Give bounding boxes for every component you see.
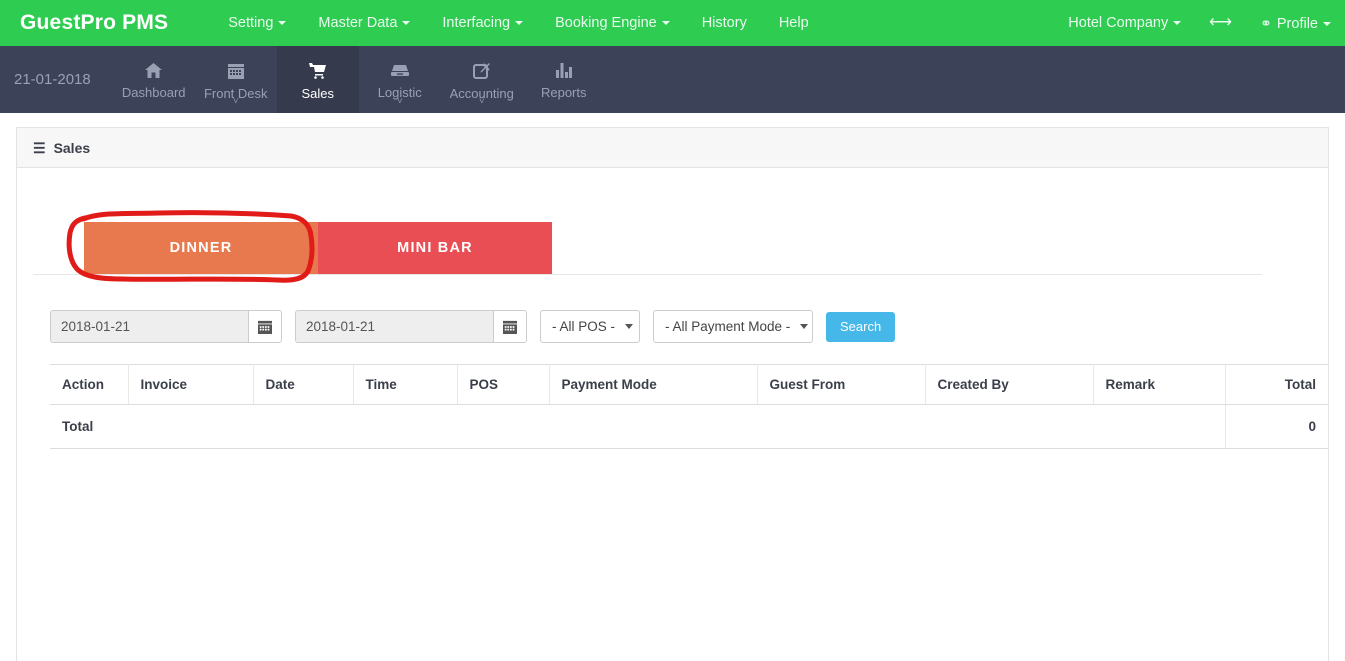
profile-menu[interactable]: ⚭ Profile [1246,0,1345,46]
user-icon: ⚭ [1260,15,1272,31]
current-date: 21-01-2018 [14,71,91,88]
chevron-down-icon [402,21,411,25]
nav-item-booking-engine[interactable]: Booking Engine [539,0,686,46]
nav-item-interfacing[interactable]: Interfacing [426,0,539,46]
nav-item-interfacing-label: Interfacing [442,15,511,31]
column-header-invoice[interactable]: Invoice [128,364,254,405]
date-to-group [295,310,527,343]
total-label: Total [50,404,1226,449]
column-header-action[interactable]: Action [50,364,129,405]
payment-mode-select[interactable]: - All Payment Mode - [653,310,813,343]
table-header: Action Invoice Date Time POS Payment Mod… [50,364,1328,405]
home-icon [145,63,163,78]
top-nav-right: Hotel Company ⟷︎ ⚭ Profile [1054,0,1345,46]
page-content: ☰︎ Sales DINNER MINI BAR 2018-01-21 2018… [0,113,1345,661]
company-selector-label: Hotel Company [1068,15,1169,31]
table-header-row: Action Invoice Date Time POS Payment Mod… [50,364,1328,405]
sales-panel: ☰︎ Sales DINNER MINI BAR 2018-01-21 2018… [16,127,1329,661]
page-title: Sales [53,139,91,156]
column-header-date[interactable]: Date [253,364,354,405]
chevron-down-icon [278,21,287,25]
pos-select-value: - All POS - [552,319,616,334]
panel-body: DINNER MINI BAR 2018-01-21 2018-01-21 - … [17,168,1328,449]
box-icon [390,64,409,76]
tab-dinner[interactable]: DINNER [84,222,318,274]
cart-icon [308,62,326,79]
brand-logo[interactable]: GuestPro PMS [0,11,186,35]
date-to-calendar-button[interactable] [493,311,526,342]
nav-item-setting[interactable]: Setting [212,0,302,46]
calendar-icon [258,320,272,334]
expand-fullscreen-icon[interactable]: ⟷︎ [1195,0,1246,46]
table-footer: Total 0 [50,404,1328,449]
company-selector[interactable]: Hotel Company [1054,0,1195,46]
sales-table: Action Invoice Date Time POS Payment Mod… [50,364,1328,449]
pos-select[interactable]: - All POS - [540,310,640,343]
nav-item-help[interactable]: Help [763,0,825,46]
tab-mini-bar[interactable]: MINI BAR [318,222,552,274]
bar-chart-icon [555,63,572,78]
date-from-calendar-button[interactable] [248,311,281,342]
chevron-down-icon: ˅ [478,96,485,107]
chevron-down-icon [1323,22,1331,26]
chevron-down-icon [515,21,524,25]
column-header-pos[interactable]: POS [457,364,550,405]
chevron-down-icon: ˅ [232,96,239,107]
nav-item-master-data-label: Master Data [318,15,398,31]
chevron-down-icon [661,21,670,25]
sidebar-item-front-desk[interactable]: Front Desk ˅ [195,46,277,113]
column-header-payment-mode[interactable]: Payment Mode [549,364,758,405]
chevron-down-icon [800,324,809,329]
sidebar-item-dashboard-label: Dashboard [121,85,186,100]
chevron-down-icon [625,324,634,329]
column-header-total[interactable]: Total [1225,364,1328,405]
sidebar-item-sales-label: Sales [301,85,334,101]
sidebar-item-logistic[interactable]: Logistic ˅ [359,46,441,113]
column-header-guest-from[interactable]: Guest From [757,364,926,405]
nav-item-setting-label: Setting [228,15,274,31]
date-from-input[interactable] [51,311,248,342]
payment-mode-select-value: - All Payment Mode - [665,319,791,334]
search-button[interactable]: Search [826,311,896,342]
calendar-icon [503,320,517,334]
panel-header: ☰︎ Sales [17,128,1328,168]
date-to-input[interactable] [296,311,493,342]
column-header-time[interactable]: Time [353,364,458,405]
table-total-row: Total 0 [50,404,1328,449]
secondary-navbar: 21-01-2018 Dashboard Front Desk ˅ Sales … [0,46,1345,113]
date-from-group [50,310,282,343]
sidebar-item-sales[interactable]: Sales [276,46,359,113]
total-value: 0 [1225,404,1328,449]
top-nav-menu: Setting Master Data Interfacing Booking … [212,0,824,46]
profile-menu-label: Profile [1276,16,1318,32]
filter-row: - All POS - - All Payment Mode - Search [33,275,1312,343]
sidebar-item-dashboard[interactable]: Dashboard [113,46,195,113]
nav-item-booking-engine-label: Booking Engine [555,15,657,31]
chevron-down-icon: ˅ [396,96,403,107]
column-header-remark[interactable]: Remark [1093,364,1226,405]
list-alt-icon: ☰︎ [33,139,46,156]
top-navbar: GuestPro PMS Setting Master Data Interfa… [0,0,1345,46]
pos-tab-row: DINNER MINI BAR [33,168,1262,275]
sidebar-item-reports-label: Reports [540,85,587,100]
nav-item-master-data[interactable]: Master Data [302,0,426,46]
calendar-icon [227,63,244,79]
sidebar-item-reports[interactable]: Reports [523,46,605,113]
sales-table-wrapper: Action Invoice Date Time POS Payment Mod… [33,343,1328,449]
nav-item-history[interactable]: History [686,0,763,46]
edit-square-icon [473,62,491,79]
column-header-created-by[interactable]: Created By [925,364,1094,405]
sidebar-item-accounting[interactable]: Accounting ˅ [441,46,523,113]
chevron-down-icon [1173,21,1182,25]
